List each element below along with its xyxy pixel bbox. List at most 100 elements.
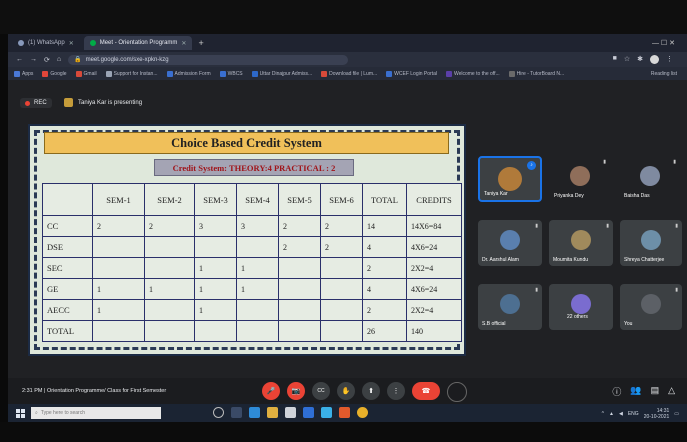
table-header-cell	[42, 183, 93, 216]
taskbar-search-input[interactable]: ⌕ Type here to search	[31, 407, 161, 419]
participant-tile-taniya-kar[interactable]: ♪ Taniya Kar	[478, 156, 542, 202]
rec-label: REC	[34, 100, 47, 106]
home-icon[interactable]: ⌂	[57, 56, 61, 63]
presenting-text: Taniya Kar is presenting	[78, 99, 143, 106]
more-options-button[interactable]: ⋮	[387, 382, 405, 400]
table-cell: 2	[144, 215, 195, 237]
volume-icon[interactable]: ◀	[619, 411, 623, 417]
cortana-icon[interactable]	[213, 407, 224, 418]
star-icon[interactable]: ☆	[624, 55, 630, 64]
edge-icon[interactable]	[249, 407, 260, 418]
chat-icon[interactable]: ▤	[651, 385, 660, 398]
participant-name: Taniya Kar	[484, 191, 508, 197]
present-button[interactable]: ⬆	[362, 382, 380, 400]
chrome-icon[interactable]	[357, 407, 368, 418]
table-cell	[194, 320, 237, 342]
office-icon[interactable]	[339, 407, 350, 418]
participant-avatar	[500, 294, 520, 314]
people-icon[interactable]: 👥	[630, 385, 641, 398]
activities-icon[interactable]: △	[668, 385, 675, 398]
bookmark-item[interactable]: Gmail	[75, 70, 97, 77]
participant-name: Shreya Chatterjee	[624, 257, 665, 263]
camera-toggle-button[interactable]: 📷	[287, 382, 305, 400]
bookmark-item[interactable]: Admission Form	[166, 70, 211, 77]
close-icon[interactable]: ✕	[181, 40, 186, 47]
reading-list-button[interactable]: Reading list	[651, 71, 677, 77]
reload-icon[interactable]: ⟳	[44, 56, 50, 64]
participant-tile-you[interactable]: ▮ You	[620, 284, 682, 330]
table-row: GE 1 1 1 1 4 4X6=24	[42, 278, 462, 300]
table-cell: 1	[194, 299, 237, 321]
table-cell: 2	[362, 257, 407, 279]
network-icon[interactable]: ▲	[609, 411, 614, 417]
table-header-row: SEM-1 SEM-2 SEM-3 SEM-4 SEM-5 SEM-6 TOTAL CREDI…	[42, 183, 462, 216]
extensions-icon[interactable]: ✱	[637, 55, 643, 64]
url-input[interactable]: 🔒 meet.google.com/sxe-xpkn-kzg	[68, 54, 349, 65]
browser-tab-meet[interactable]: Meet - Orientation Programm ✕	[83, 36, 193, 50]
participant-tile-aarshul-alam[interactable]: ▮ Dr. Aarshul Alam	[478, 220, 542, 266]
bookmark-item[interactable]: Welcome to the off...	[445, 70, 500, 77]
table-cell	[92, 236, 145, 258]
window-controls[interactable]: — ☐ ✕	[652, 39, 675, 47]
participant-tile-moumita-kundu[interactable]: ▮ Moumita Kundu	[549, 220, 613, 266]
bookmark-item[interactable]: Google	[42, 70, 67, 77]
profile-avatar[interactable]	[650, 55, 659, 64]
bookmark-icon	[445, 70, 452, 77]
back-icon[interactable]: ←	[16, 56, 23, 63]
participant-avatar	[498, 167, 522, 191]
bookmark-item[interactable]: WCEF Login Portal	[386, 70, 437, 77]
camera-permission-icon[interactable]: ■	[613, 55, 617, 64]
bookmark-item[interactable]: Support for Instan...	[105, 70, 158, 77]
bookmark-item[interactable]: Apps	[14, 70, 33, 77]
app-icon[interactable]	[321, 407, 332, 418]
mic-toggle-button[interactable]: 🎤	[262, 382, 280, 400]
notifications-icon[interactable]: ▭	[674, 411, 679, 417]
meet-icon	[89, 40, 96, 46]
participant-name: You	[624, 321, 633, 327]
table-header-cell: SEM-1	[92, 183, 145, 216]
table-row-label: CC	[42, 215, 93, 237]
new-tab-button[interactable]: +	[198, 38, 203, 48]
table-cell: 2X2=4	[406, 257, 462, 279]
participant-tile-shreya-chatterjee[interactable]: ▮ Shreya Chatterjee	[620, 220, 682, 266]
table-cell: 1	[92, 299, 145, 321]
forward-icon[interactable]: →	[30, 56, 37, 63]
bookmark-icon	[75, 70, 82, 77]
table-cell	[144, 236, 195, 258]
windows-start-icon[interactable]	[16, 408, 25, 418]
mail-icon[interactable]	[303, 407, 314, 418]
task-view-icon[interactable]	[231, 407, 242, 418]
bookmark-label: Support for Instan...	[113, 70, 158, 77]
info-icon[interactable]: ⓘ	[612, 385, 621, 398]
bookmark-item[interactable]: WBCS	[219, 70, 243, 77]
language-indicator[interactable]: ENG	[628, 411, 639, 417]
bookmark-item[interactable]: Uttar Dinajpur Admiss...	[251, 70, 312, 77]
participant-tile-sb-official[interactable]: ▮ S.B official	[478, 284, 542, 330]
end-call-button[interactable]: ☎	[412, 382, 440, 400]
participant-tile-others[interactable]: 22 others	[549, 284, 613, 330]
raise-hand-button[interactable]: ✋	[337, 382, 355, 400]
mic-off-icon: ▮	[673, 159, 676, 165]
table-cell: 14X6=84	[406, 215, 462, 237]
participant-tile-priyanka-dey[interactable]: ▮ Priyanka Dey	[550, 156, 610, 202]
store-icon[interactable]	[285, 407, 296, 418]
close-icon[interactable]: ✕	[69, 40, 74, 47]
table-header-cell: SEM-4	[236, 183, 279, 216]
file-explorer-icon[interactable]	[267, 407, 278, 418]
bookmark-item[interactable]: Download file | Lum...	[321, 70, 377, 77]
tray-chevron-icon[interactable]: ^	[602, 411, 604, 417]
address-bar-row: ← → ⟳ ⌂ 🔒 meet.google.com/sxe-xpkn-kzg ■…	[8, 52, 687, 67]
bookmark-label: Gmail	[83, 70, 97, 77]
browser-tab-whatsapp[interactable]: (1) WhatsApp ✕	[12, 36, 80, 50]
taskbar-apps	[213, 407, 368, 418]
table-row: CC 2 2 3 3 2 2 14 14X6=84	[42, 215, 462, 237]
clock[interactable]: 14:31 20-10-2021	[644, 408, 670, 420]
recording-badge: REC	[20, 98, 52, 108]
participant-tile-baisha-das[interactable]: ▮ Baisha Das	[620, 156, 680, 202]
captions-button[interactable]: CC	[312, 382, 330, 400]
menu-icon[interactable]: ⋮	[666, 55, 673, 64]
mic-off-icon: ▮	[535, 287, 538, 293]
meet-stage: REC Taniya Kar is presenting Choice Base…	[8, 80, 687, 378]
table-cell	[278, 299, 321, 321]
bookmark-item[interactable]: Hire - TutorBoard N...	[508, 70, 564, 77]
